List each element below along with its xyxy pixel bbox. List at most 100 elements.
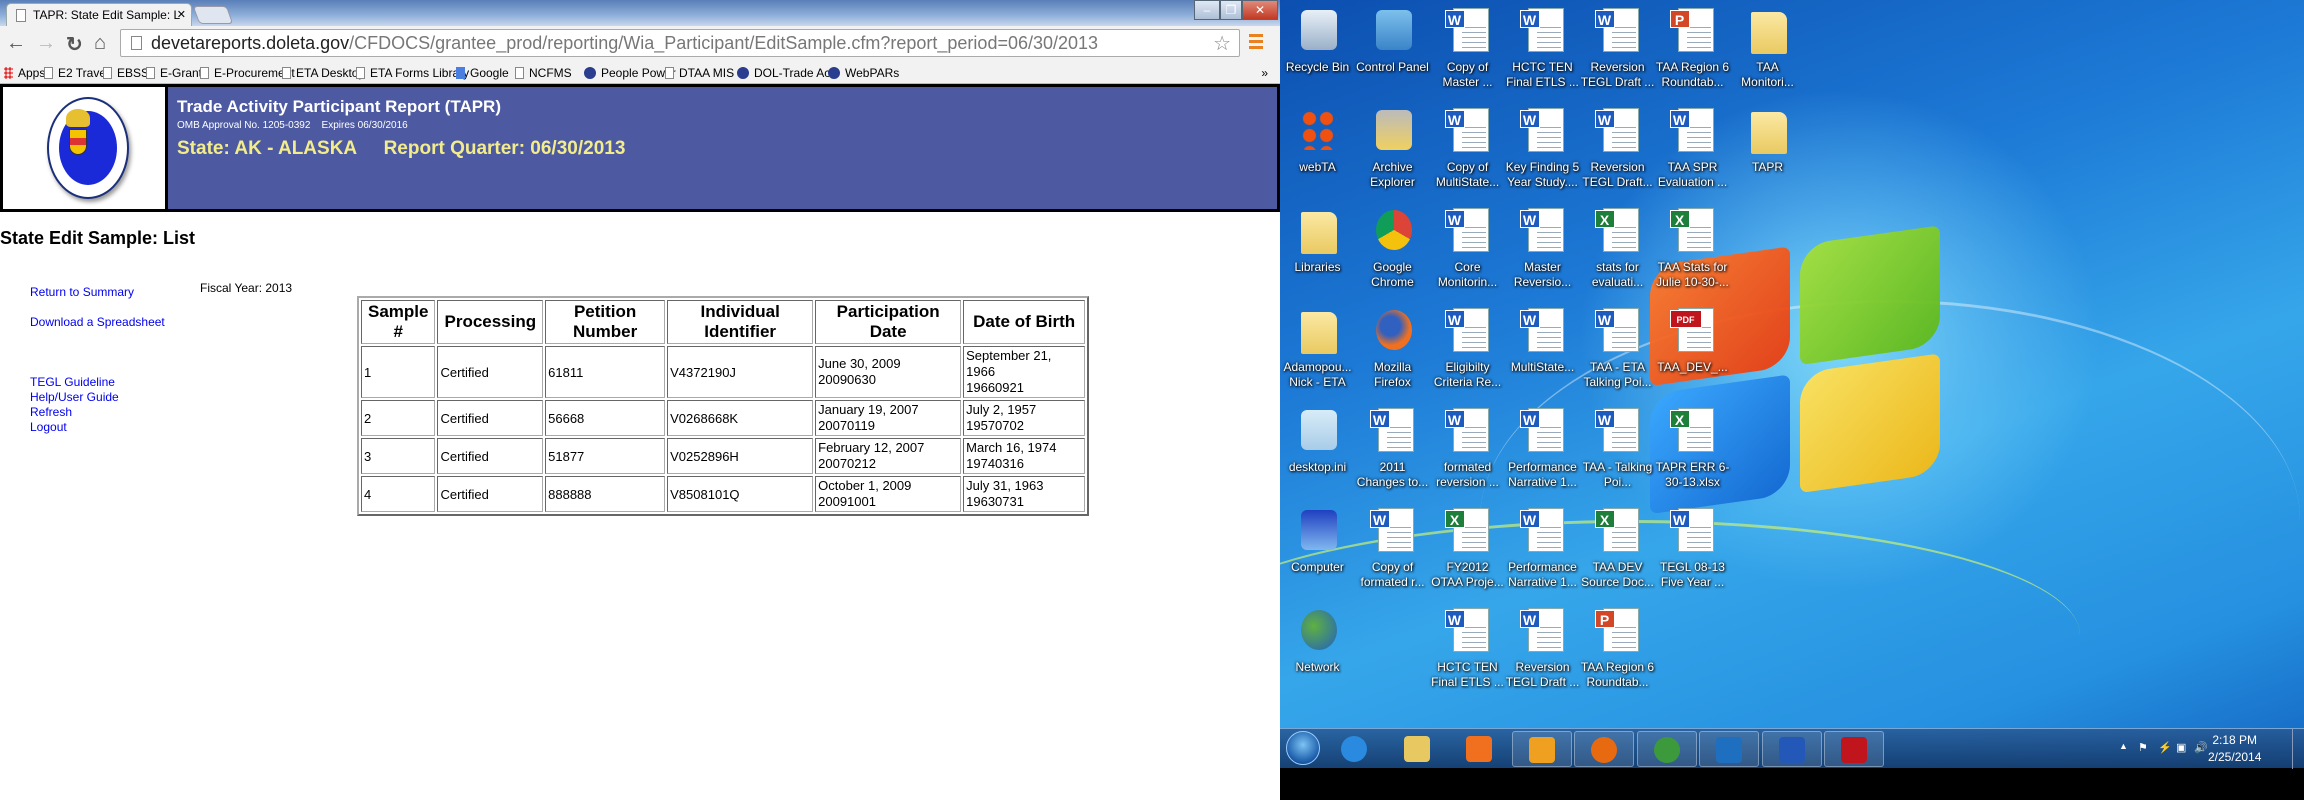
desktop-icon-taa-monitori[interactable]: TAA Monitori... xyxy=(1730,6,1805,90)
taskbar-acrobat-button[interactable] xyxy=(1824,731,1884,767)
taskbar-firefox-button[interactable] xyxy=(1574,731,1634,767)
volume-icon[interactable]: 🔊 xyxy=(2194,741,2208,754)
restore-button[interactable]: ❐ xyxy=(1220,0,1242,20)
taskbar-windows-explorer-button[interactable] xyxy=(1387,731,1447,767)
desktop-icon-tapr[interactable]: TAPR xyxy=(1730,106,1805,175)
column-header: Sample # xyxy=(361,300,436,344)
new-tab-button[interactable] xyxy=(192,6,234,24)
desktop-icon-hctc-ten-final-etls[interactable]: W HCTC TEN Final ETLS ... xyxy=(1505,6,1580,90)
screen-bottom-strip xyxy=(1280,768,2304,800)
bookmark-dtaa-mis[interactable]: DTAA MIS xyxy=(665,66,734,80)
desktop-icon-copy-of-multistate[interactable]: W Copy of MultiState... xyxy=(1430,106,1505,190)
bookmark-google[interactable]: Google xyxy=(456,66,509,80)
desktop-icon-taa-region-6-roundtab[interactable]: P TAA Region 6 Roundtab... xyxy=(1655,6,1730,90)
desktop-icon-fy2012-otaa-proje[interactable]: X FY2012 OTAA Proje... xyxy=(1430,506,1505,590)
bookmark-e-procurement[interactable]: E-Procurement xyxy=(200,66,295,80)
taskbar-lync-button[interactable] xyxy=(1699,731,1759,767)
desktop-icon-stats-for-evaluati[interactable]: Xstats for evaluati... xyxy=(1580,206,1655,290)
bookmark-star-icon[interactable]: ☆ xyxy=(1213,31,1231,56)
return-to-summary-link[interactable]: Return to Summary xyxy=(30,285,134,299)
desktop-icon-taa-region-6-roundtab[interactable]: P TAA Region 6 Roundtab... xyxy=(1580,606,1655,690)
bookmark-ebss[interactable]: EBSS xyxy=(103,66,149,80)
desktop-icon-reversion-tegl-draft[interactable]: W Reversion TEGL Draft... xyxy=(1580,106,1655,190)
taskbar-media-player-button[interactable] xyxy=(1449,731,1509,767)
download-spreadsheet-link[interactable]: Download a Spreadsheet xyxy=(30,315,165,329)
desktop-icon-formated-reversion[interactable]: Wformated reversion ... xyxy=(1430,406,1505,490)
bookmark-people-power[interactable]: People Power xyxy=(584,66,676,80)
address-bar[interactable]: devetareports.doleta.gov/CFDOCS/grantee_… xyxy=(120,29,1240,57)
taskbar-word-button[interactable] xyxy=(1761,731,1822,767)
tab-tapr[interactable]: TAPR: State Edit Sample: L ✕ xyxy=(6,3,192,26)
desktop-icon-hctc-ten-final-etls[interactable]: W HCTC TEN Final ETLS ... xyxy=(1430,606,1505,690)
bookmark-webpars[interactable]: WebPARs xyxy=(828,66,899,80)
bookmark-e-grants[interactable]: E-Grants xyxy=(146,66,208,80)
menu-icon[interactable] xyxy=(1249,34,1263,52)
desktop-icon-recycle-bin[interactable]: Recycle Bin xyxy=(1280,6,1355,75)
desktop-icon-multistate[interactable]: W MultiState... xyxy=(1505,306,1580,375)
action-center-icon[interactable]: ⚑ xyxy=(2138,741,2148,754)
word-icon: W xyxy=(1368,406,1418,456)
desktop-icon-copy-of-master[interactable]: W Copy of Master ... xyxy=(1430,6,1505,90)
desktop-icon-google-chrome[interactable]: Google Chrome xyxy=(1355,206,1430,290)
show-hidden-icons-button[interactable]: ▲ xyxy=(2119,741,2128,751)
bookmark-apps[interactable]: Apps xyxy=(4,66,45,80)
desktop-icon-adamopou-nick-eta[interactable]: Adamopou... Nick - ETA xyxy=(1280,306,1355,390)
clock[interactable]: 2:18 PM 2/25/2014 xyxy=(2208,732,2261,766)
close-tab-icon[interactable]: ✕ xyxy=(177,8,186,21)
desktop-icon-taa-eta-talking-poi[interactable]: W TAA - ETA Talking Poi... xyxy=(1580,306,1655,390)
desktop-icon-tegl-08-13-five-year[interactable]: W TEGL 08-13 Five Year ... xyxy=(1655,506,1730,590)
desktop-icon-2011-changes-to[interactable]: W 2011 Changes to... xyxy=(1355,406,1430,490)
help-user-guide-link[interactable]: Help/User Guide xyxy=(30,390,119,404)
desktop-icon-master-reversio[interactable]: W Master Reversio... xyxy=(1505,206,1580,290)
back-icon[interactable]: ← xyxy=(6,32,26,55)
desktop-icon-mozilla-firefox[interactable]: Mozilla Firefox xyxy=(1355,306,1430,390)
taskbar-chrome-button[interactable] xyxy=(1636,731,1697,767)
bookmarks-overflow-button[interactable]: » xyxy=(1261,66,1268,80)
bookmark-e2-travel[interactable]: E2 Travel xyxy=(44,66,109,80)
desktop-icon-reversion-tegl-draft[interactable]: W Reversion TEGL Draft ... xyxy=(1505,606,1580,690)
minimize-button[interactable]: – xyxy=(1194,0,1220,20)
desktop-icon-computer[interactable]: Computer xyxy=(1280,506,1355,575)
power-icon[interactable]: ⚡ xyxy=(2158,741,2172,754)
desktop-icon-key-finding-5-year-study[interactable]: W Key Finding 5 Year Study.... xyxy=(1505,106,1580,190)
desktop-icon-libraries[interactable]: Libraries xyxy=(1280,206,1355,275)
tegl-guideline-link[interactable]: TEGL Guideline xyxy=(30,375,115,389)
close-window-button[interactable]: ✕ xyxy=(1242,0,1278,20)
bookmark-eta-desktop[interactable]: ETA Desktop xyxy=(282,66,365,80)
ppt-icon: P xyxy=(1668,6,1718,56)
desktop-icon-performance-narrative-1[interactable]: W Performance Narrative 1... xyxy=(1505,506,1580,590)
bookmark-eta-forms-library[interactable]: ETA Forms Library xyxy=(356,66,469,80)
taskbar-outlook-button[interactable] xyxy=(1511,731,1572,767)
desktop-icon-desktop-ini[interactable]: desktop.ini xyxy=(1280,406,1355,475)
desktop-icon-label: Eligibilty Criteria Re... xyxy=(1433,360,1502,389)
desktop-icon-taa-stats-for-julie-10-30[interactable]: X TAA Stats for Julie 10-30-... xyxy=(1655,206,1730,290)
desktop-icon-taa-spr-evaluation[interactable]: W TAA SPR Evaluation ... xyxy=(1655,106,1730,190)
taskbar-internet-explorer-button[interactable] xyxy=(1324,731,1384,767)
bookmark-ncfms[interactable]: NCFMS xyxy=(515,66,572,80)
participation-date-text: February 12, 2007 xyxy=(818,440,925,455)
desktop-icon-taa-dev-source-doc[interactable]: X TAA DEV Source Doc... xyxy=(1580,506,1655,590)
start-button[interactable] xyxy=(1286,731,1320,765)
desktop-icon-reversion-tegl-draft[interactable]: W Reversion TEGL Draft ... xyxy=(1580,6,1655,90)
desktop-icon-network[interactable]: Network xyxy=(1280,606,1355,675)
home-icon[interactable]: ⌂ xyxy=(94,32,106,55)
desktop-icon-taa-talking-poi[interactable]: W TAA - Talking Poi... xyxy=(1580,406,1655,490)
desktop-icon-taa-dev[interactable]: PDF TAA_DEV_... xyxy=(1655,306,1730,375)
forward-icon[interactable]: → xyxy=(36,32,56,55)
individual-identifier-cell: V0268668K xyxy=(667,400,814,436)
desktop-icon-control-panel[interactable]: Control Panel xyxy=(1355,6,1430,75)
refresh-link[interactable]: Refresh xyxy=(30,405,72,419)
desktop-icon-copy-of-formated-r[interactable]: W Copy of formated r... xyxy=(1355,506,1430,590)
desktop-icon-webta[interactable]: webTA xyxy=(1280,106,1355,175)
desktop-icon-tapr-err-6-30-13-xlsx[interactable]: X TAPR ERR 6-30-13.xlsx xyxy=(1655,406,1730,490)
show-desktop-button[interactable] xyxy=(2292,729,2304,769)
logout-link[interactable]: Logout xyxy=(30,420,67,434)
network-tray-icon[interactable]: ▣ xyxy=(2176,741,2186,754)
desktop-icon-archive-explorer[interactable]: Archive Explorer xyxy=(1355,106,1430,190)
desktop-icon-performance-narrative-1[interactable]: W Performance Narrative 1... xyxy=(1505,406,1580,490)
desktop-icon-core-monitorin[interactable]: W Core Monitorin... xyxy=(1430,206,1505,290)
reload-icon[interactable]: ↻ xyxy=(66,32,83,57)
bookmark-dol-trade-act[interactable]: DOL-Trade Act xyxy=(737,66,834,80)
desktop-icon-label: Archive Explorer xyxy=(1370,160,1415,189)
desktop-icon-eligibilty-criteria-re[interactable]: W Eligibilty Criteria Re... xyxy=(1430,306,1505,390)
